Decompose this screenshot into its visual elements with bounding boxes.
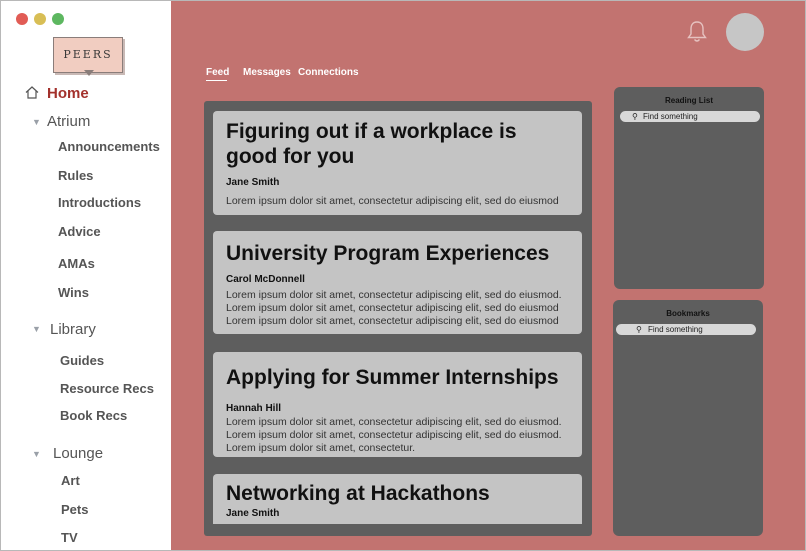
home-icon xyxy=(25,86,39,99)
tab-messages[interactable]: Messages xyxy=(243,67,291,78)
feed-panel: Figuring out if a workplace is good for … xyxy=(204,101,592,536)
window-close-button[interactable] xyxy=(16,13,28,25)
logo-text: PEERS xyxy=(63,48,113,61)
bookmarks-panel: Bookmarks ⚲ Find something xyxy=(613,300,763,536)
search-icon: ⚲ xyxy=(632,112,638,121)
chevron-down-icon[interactable]: ▼ xyxy=(32,324,41,334)
sidebar-item-introductions[interactable]: Introductions xyxy=(58,195,141,210)
sidebar-item-advice[interactable]: Advice xyxy=(58,224,101,239)
bookmarks-search-input[interactable]: ⚲ Find something xyxy=(616,324,756,335)
chevron-down-icon[interactable]: ▼ xyxy=(32,449,41,459)
post-title: University Program Experiences xyxy=(226,242,550,265)
bell-icon[interactable] xyxy=(686,20,708,44)
post-body-line: Lorem ipsum dolor sit amet, consectetur … xyxy=(226,302,559,314)
feed-post-card[interactable]: University Program Experiences Carol McD… xyxy=(213,231,582,334)
post-body-line: Lorem ipsum dolor sit amet, consectetur … xyxy=(226,315,559,327)
post-author[interactable]: Carol McDonnell xyxy=(226,274,305,285)
avatar[interactable] xyxy=(726,13,764,51)
logo-speech-tail xyxy=(84,70,94,76)
post-title: Figuring out if a workplace is good for … xyxy=(226,120,517,168)
sidebar-item-tv[interactable]: TV xyxy=(61,530,78,545)
tab-connections[interactable]: Connections xyxy=(298,67,359,78)
sidebar-section-atrium[interactable]: Atrium xyxy=(47,113,90,130)
search-placeholder: Find something xyxy=(648,325,703,334)
sidebar-item-guides[interactable]: Guides xyxy=(60,353,104,368)
sidebar-item-wins[interactable]: Wins xyxy=(58,285,89,300)
post-body-line: Lorem ipsum dolor sit amet, consectetur … xyxy=(226,195,559,207)
sidebar-item-resource-recs[interactable]: Resource Recs xyxy=(60,381,154,396)
feed-post-card[interactable]: Networking at Hackathons Jane Smith xyxy=(213,474,582,524)
sidebar-section-lounge[interactable]: Lounge xyxy=(53,445,103,462)
feed-post-card[interactable]: Applying for Summer Internships Hannah H… xyxy=(213,352,582,457)
sidebar-item-home-label: Home xyxy=(47,85,89,102)
post-author[interactable]: Jane Smith xyxy=(226,508,279,519)
window-maximize-button[interactable] xyxy=(52,13,64,25)
sidebar-item-rules[interactable]: Rules xyxy=(58,168,93,183)
feed-post-card[interactable]: Figuring out if a workplace is good for … xyxy=(213,111,582,215)
post-body-line: Lorem ipsum dolor sit amet, consectetur. xyxy=(226,442,416,454)
post-body-line: Lorem ipsum dolor sit amet, consectetur … xyxy=(226,416,562,428)
chevron-down-icon[interactable]: ▼ xyxy=(32,117,41,127)
reading-list-title: Reading List xyxy=(664,96,713,105)
sidebar-item-pets[interactable]: Pets xyxy=(61,502,88,517)
reading-list-search-input[interactable]: ⚲ Find something xyxy=(620,111,760,122)
sidebar-item-art[interactable]: Art xyxy=(61,473,80,488)
peers-logo[interactable]: PEERS xyxy=(53,37,123,73)
sidebar-section-library[interactable]: Library xyxy=(50,321,96,338)
search-placeholder: Find something xyxy=(643,112,698,121)
post-title: Applying for Summer Internships xyxy=(226,366,559,389)
window-minimize-button[interactable] xyxy=(34,13,46,25)
reading-list-panel: Reading List ⚲ Find something xyxy=(614,87,764,289)
sidebar-item-amas[interactable]: AMAs xyxy=(58,256,95,271)
tab-feed[interactable]: Feed xyxy=(206,67,229,78)
search-icon: ⚲ xyxy=(636,325,642,334)
post-author[interactable]: Hannah Hill xyxy=(226,403,281,414)
sidebar-item-book-recs[interactable]: Book Recs xyxy=(60,408,127,423)
post-author[interactable]: Jane Smith xyxy=(226,177,279,188)
active-tab-indicator xyxy=(206,80,227,81)
post-body-line: Lorem ipsum dolor sit amet, consectetur … xyxy=(226,289,562,301)
post-body-line: Lorem ipsum dolor sit amet, consectetur … xyxy=(226,429,562,441)
bookmarks-title: Bookmarks xyxy=(666,309,710,318)
sidebar-item-announcements[interactable]: Announcements xyxy=(58,139,160,154)
sidebar: PEERS Home ▼ Atrium Announcements Rules … xyxy=(1,1,171,550)
post-title: Networking at Hackathons xyxy=(226,482,490,505)
